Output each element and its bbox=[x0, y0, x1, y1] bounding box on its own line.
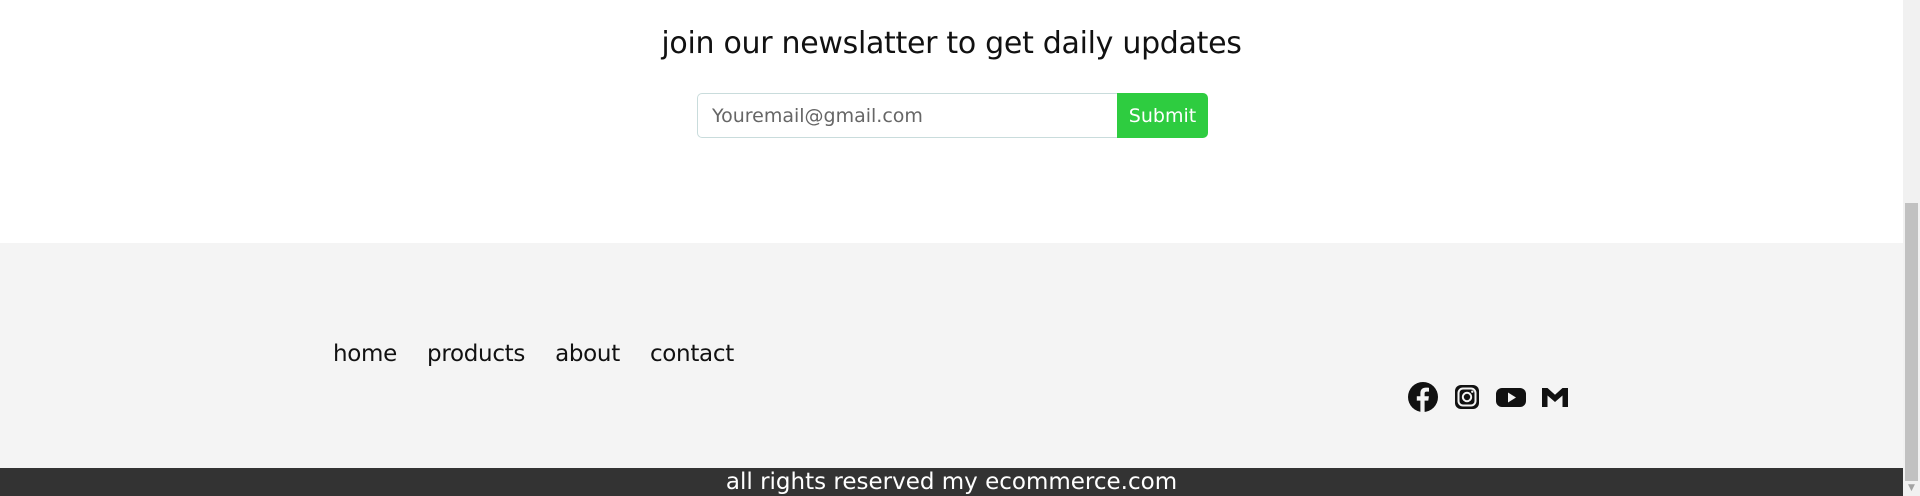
gmail-icon[interactable] bbox=[1539, 381, 1571, 413]
page-content: join our newslatter to get daily updates… bbox=[0, 0, 1903, 496]
footer-link-contact[interactable]: contact bbox=[650, 341, 734, 367]
social-links bbox=[1407, 381, 1571, 413]
copyright-bar: all rights reserved my ecommerce.com bbox=[0, 468, 1903, 496]
footer-link-about[interactable]: about bbox=[555, 341, 620, 367]
submit-button[interactable]: Submit bbox=[1117, 93, 1208, 138]
instagram-icon[interactable] bbox=[1451, 381, 1483, 413]
scrollbar-thumb[interactable] bbox=[1905, 203, 1918, 481]
footer-link-home[interactable]: home bbox=[333, 341, 397, 367]
youtube-icon[interactable] bbox=[1495, 381, 1527, 413]
newsletter-section: join our newslatter to get daily updates… bbox=[0, 0, 1903, 243]
facebook-icon[interactable] bbox=[1407, 381, 1439, 413]
scroll-down-arrow-icon[interactable]: ▼ bbox=[1903, 481, 1920, 496]
vertical-scrollbar[interactable]: ▼ bbox=[1903, 0, 1920, 496]
footer-link-products[interactable]: products bbox=[427, 341, 525, 367]
footer-nav: home products about contact bbox=[333, 341, 734, 367]
copyright-text: all rights reserved my ecommerce.com bbox=[725, 469, 1178, 495]
email-input[interactable] bbox=[697, 93, 1117, 138]
footer: home products about contact bbox=[0, 243, 1903, 468]
page: join our newslatter to get daily updates… bbox=[0, 0, 1920, 496]
newsletter-title: join our newslatter to get daily updates bbox=[661, 26, 1242, 61]
newsletter-form: Submit bbox=[697, 93, 1208, 138]
